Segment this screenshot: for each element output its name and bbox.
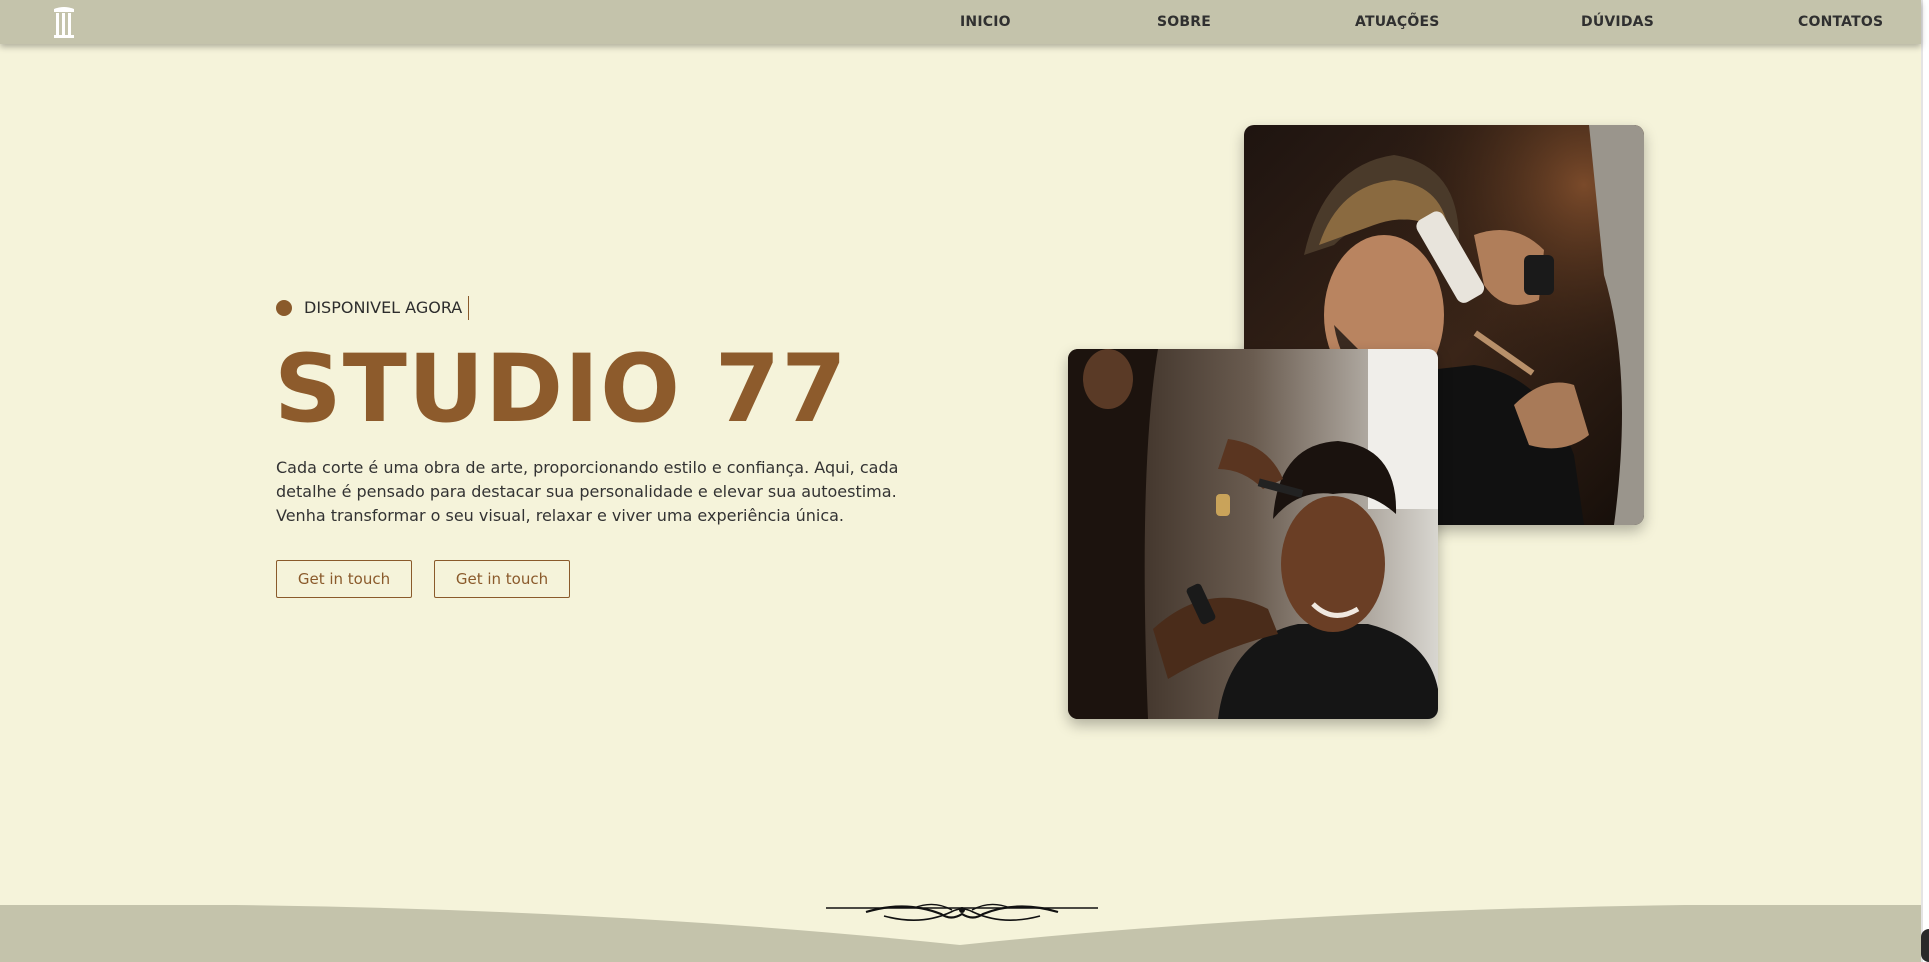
navbar: INICIO SOBRE ATUAÇÕES DÚVIDAS CONTATOS bbox=[0, 0, 1921, 44]
nav-link-atuacoes[interactable]: ATUAÇÕES bbox=[1355, 14, 1440, 30]
availability-text: DISPONIVEL AGORA bbox=[304, 298, 463, 317]
get-in-touch-button-secondary[interactable]: Get in touch bbox=[434, 560, 570, 598]
flourish-divider-icon bbox=[826, 903, 1098, 921]
badge-divider bbox=[468, 296, 469, 320]
nav-link-duvidas[interactable]: DÚVIDAS bbox=[1581, 14, 1654, 30]
pillar-logo-icon[interactable] bbox=[52, 5, 76, 39]
get-in-touch-button[interactable]: Get in touch bbox=[276, 560, 412, 598]
barber-photo-afro-cut bbox=[1068, 349, 1438, 719]
nav-link-inicio[interactable]: INICIO bbox=[960, 14, 1011, 30]
scrollbar-edge bbox=[1921, 0, 1923, 962]
status-dot-icon bbox=[276, 300, 292, 316]
nav-link-sobre[interactable]: SOBRE bbox=[1157, 14, 1211, 30]
scrollbar[interactable] bbox=[1921, 0, 1929, 962]
hero-description: Cada corte é uma obra de arte, proporcio… bbox=[276, 458, 899, 525]
hero-title: STUDIO 77 bbox=[274, 335, 848, 444]
scrollbar-thumb[interactable] bbox=[1921, 929, 1929, 962]
nav-link-contatos[interactable]: CONTATOS bbox=[1798, 14, 1883, 30]
barber-photo-afro-cut-image bbox=[1068, 349, 1438, 719]
